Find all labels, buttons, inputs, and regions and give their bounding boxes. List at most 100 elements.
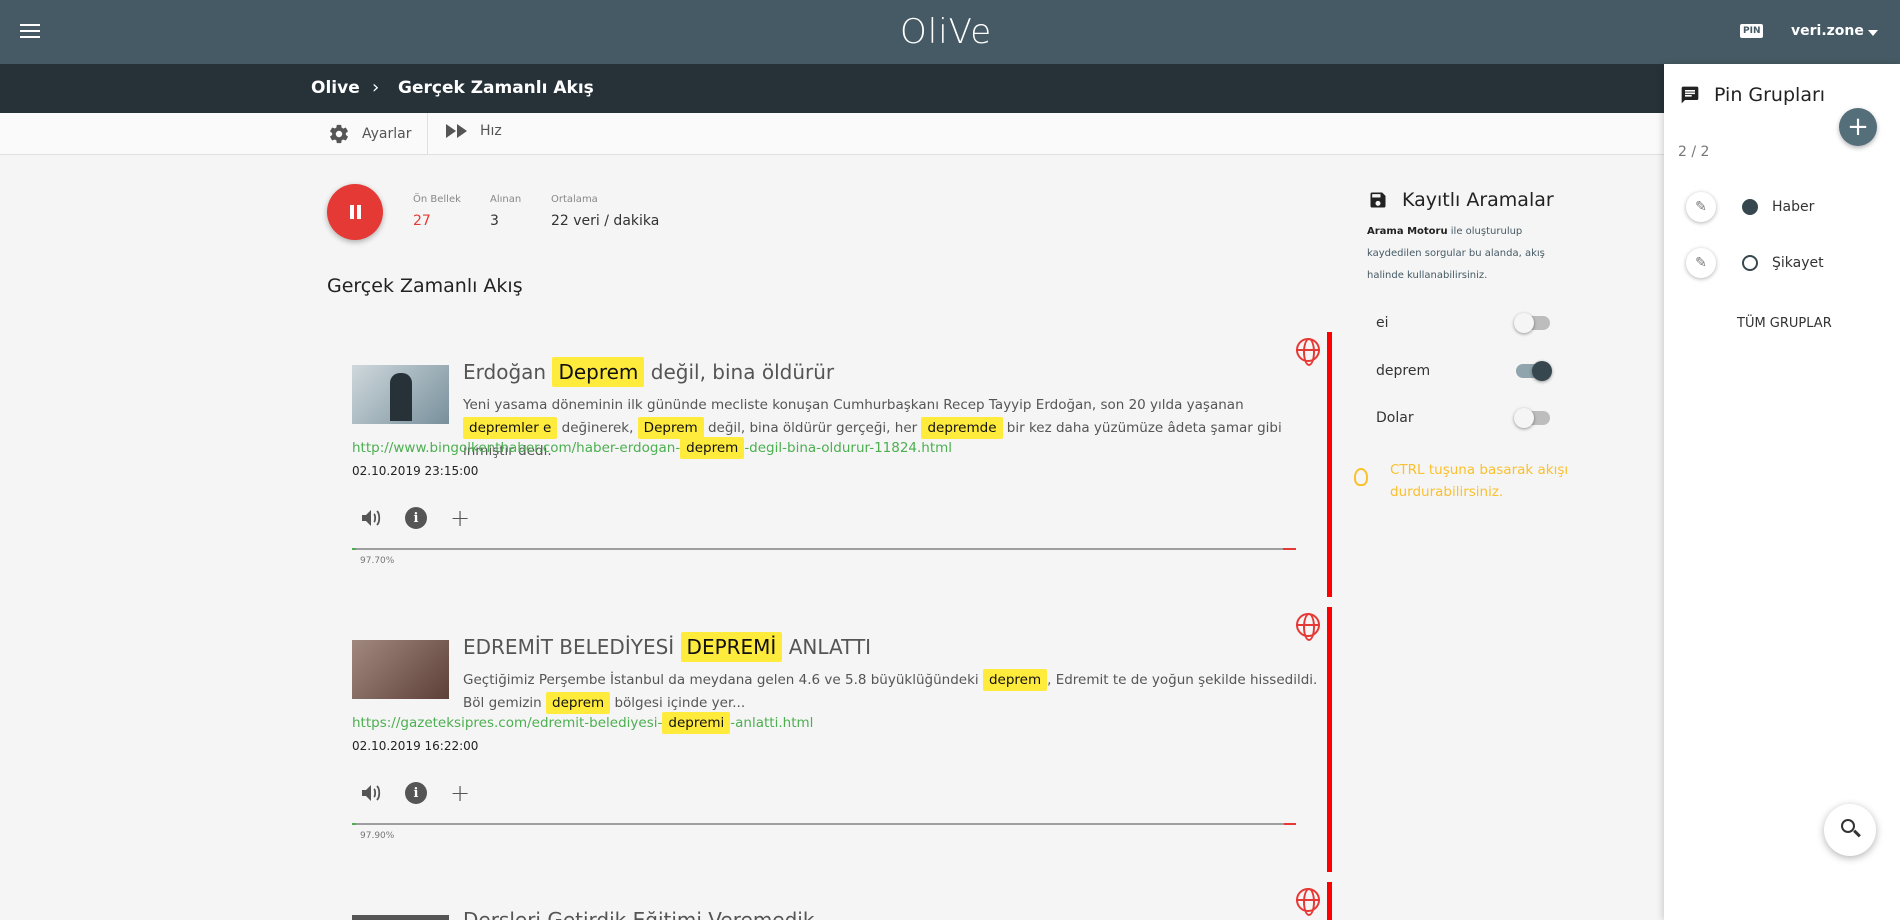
card-description: Geçtiğimiz Perşembe İstanbul da meydana …	[463, 669, 1323, 715]
desc-text: Yeni yasama döneminin ilk gününde meclis…	[463, 397, 1244, 413]
card-title[interactable]: EDREMİT BELEDİYESİ DEPREMİ ANLATTI	[463, 632, 872, 662]
pencil-icon[interactable]: ✎	[1686, 248, 1716, 278]
card-link[interactable]: https://gazeteksipres.com/edremit-beledi…	[352, 712, 814, 734]
desc-text: bölgesi içinde yer...	[610, 695, 746, 711]
all-groups-button[interactable]: TÜM GRUPLAR	[1737, 316, 1832, 331]
card-title-highlight: Deprem	[552, 357, 645, 387]
stat-cache-label: Ön Bellek	[413, 194, 461, 205]
speaker-icon[interactable]	[360, 506, 384, 530]
add-icon[interactable]: +	[448, 779, 472, 807]
card-title[interactable]: Dersleri Getirdik Eğitimi Veremedik	[463, 908, 814, 920]
card-title-text-end: değil, bina öldürür	[650, 360, 835, 384]
url-highlight: depremi	[662, 712, 731, 734]
info-icon[interactable]: i	[404, 506, 428, 530]
group-count: 2 / 2	[1678, 144, 1710, 160]
card-actions: i +	[360, 504, 472, 532]
search-icon-handle	[1853, 829, 1861, 838]
globe-icon[interactable]	[1296, 888, 1320, 916]
stat-cache: Ön Bellek 27	[413, 194, 461, 229]
saved-searches-title: Kayıtlı Aramalar	[1368, 189, 1554, 211]
settings-button[interactable]: Ayarlar	[328, 123, 411, 145]
card-link[interactable]: http://www.bingolkenthaber.com/haber-erd…	[352, 437, 953, 459]
desc-highlight: Deprem	[637, 417, 704, 439]
group-name: Haber	[1772, 199, 1815, 215]
hamburger-menu-icon[interactable]	[18, 20, 42, 44]
stat-received-label: Alınan	[490, 194, 522, 205]
saved-search-label: deprem	[1376, 363, 1431, 379]
desc-highlight: depremler e	[463, 417, 558, 439]
desc-text: değinerek,	[557, 420, 638, 436]
fast-forward-icon	[446, 124, 467, 138]
saved-search-label: ei	[1376, 315, 1389, 331]
group-name: Şikayet	[1772, 255, 1824, 271]
relevance-progress-bar	[352, 823, 1296, 825]
add-icon[interactable]: +	[448, 504, 472, 532]
add-group-button[interactable]: +	[1839, 108, 1877, 146]
saved-search-toggle[interactable]	[1514, 313, 1550, 333]
card-actions: i +	[360, 779, 472, 807]
url-text: https://gazeteksipres.com/edremit-beledi…	[352, 715, 663, 731]
card-title-text-end: ANLATTI	[788, 635, 872, 659]
card-thumbnail	[352, 640, 449, 699]
card-title-highlight: DEPREMİ	[680, 632, 783, 662]
card-status-bar	[1327, 332, 1332, 597]
toolbar: Ayarlar Hız	[0, 113, 1664, 155]
breadcrumb-root[interactable]: Olive	[311, 78, 360, 98]
feed-card: Erdoğan Deprem değil, bina öldürür Yeni …	[332, 332, 1332, 597]
desc-highlight: deprem	[546, 692, 611, 714]
stat-received: Alınan 3	[490, 194, 521, 229]
pin-group-item: ✎ Şikayet	[1686, 248, 1824, 278]
url-text: http://www.bingolkenthaber.com/haber-erd…	[352, 440, 681, 456]
saved-search-toggle[interactable]	[1516, 361, 1552, 381]
pin-group-item: ✎ Haber	[1686, 192, 1814, 222]
relevance-percent: 97.70%	[360, 556, 395, 566]
globe-icon[interactable]	[1296, 613, 1320, 641]
speed-label: Hız	[480, 123, 502, 139]
olive-logo: Oli​Ve	[900, 12, 993, 52]
gear-icon	[330, 124, 348, 144]
pin-groups-label: Pin Grupları	[1714, 84, 1826, 106]
card-thumbnail	[352, 365, 449, 424]
user-menu-caret-icon[interactable]	[1868, 30, 1878, 36]
page-title: Gerçek Zamanlı Akış	[327, 275, 523, 297]
breadcrumb-chevron-icon: ›	[372, 77, 380, 98]
saved-search-label: Dolar	[1376, 410, 1414, 426]
top-app-bar: Oli​Ve PIN veri.zone	[0, 0, 1900, 64]
lightbulb-icon	[1354, 468, 1368, 486]
desc-text: değil, bina öldürür gerçeği, her	[703, 420, 922, 436]
relevance-percent: 97.90%	[360, 831, 395, 841]
card-title[interactable]: Erdoğan Deprem değil, bina öldürür	[463, 357, 835, 387]
saved-search-item: deprem	[1376, 360, 1556, 384]
pause-button[interactable]	[327, 184, 383, 240]
pin-icon[interactable]: PIN	[1740, 24, 1764, 38]
url-text: -anlatti.html	[730, 715, 814, 731]
pin-groups-title: Pin Grupları	[1680, 84, 1825, 106]
speaker-icon[interactable]	[360, 781, 384, 805]
info-icon[interactable]: i	[404, 781, 428, 805]
globe-icon[interactable]	[1296, 338, 1320, 366]
desc-text: Geçtiğimiz Perşembe İstanbul da meydana …	[463, 672, 983, 688]
url-text: -degil-bina-oldurur-11824.html	[744, 440, 953, 456]
stat-average-value: 22 veri / dakika	[551, 213, 660, 229]
saved-search-item: Dolar	[1376, 407, 1556, 431]
user-menu-label[interactable]: veri.zone	[1791, 23, 1864, 39]
settings-label: Ayarlar	[362, 126, 412, 142]
saved-search-toggle[interactable]	[1514, 408, 1550, 428]
saved-desc-bold: Arama Motoru	[1367, 226, 1448, 237]
relevance-progress-bar	[352, 548, 1296, 550]
search-button[interactable]	[1824, 804, 1876, 856]
speed-button[interactable]: Hız	[446, 123, 502, 139]
group-radio[interactable]	[1742, 199, 1758, 215]
keyboard-tip: CTRL tuşuna basarak akışı durdurabilirsi…	[1390, 462, 1569, 500]
card-title-text: Erdoğan	[463, 360, 547, 384]
card-title-text: EDREMİT BELEDİYESİ	[463, 635, 675, 659]
stat-average: Ortalama 22 veri / dakika	[551, 194, 659, 229]
saved-searches-label: Kayıtlı Aramalar	[1402, 189, 1554, 211]
save-icon	[1370, 192, 1386, 208]
pencil-icon[interactable]: ✎	[1686, 192, 1716, 222]
desc-highlight: depremde	[921, 417, 1003, 439]
pin-groups-panel: Pin Grupları + 2 / 2 ✎ Haber ✎ Şikayet T…	[1664, 64, 1900, 920]
url-highlight: deprem	[680, 437, 745, 459]
card-status-bar	[1327, 882, 1332, 920]
group-radio[interactable]	[1742, 255, 1758, 271]
